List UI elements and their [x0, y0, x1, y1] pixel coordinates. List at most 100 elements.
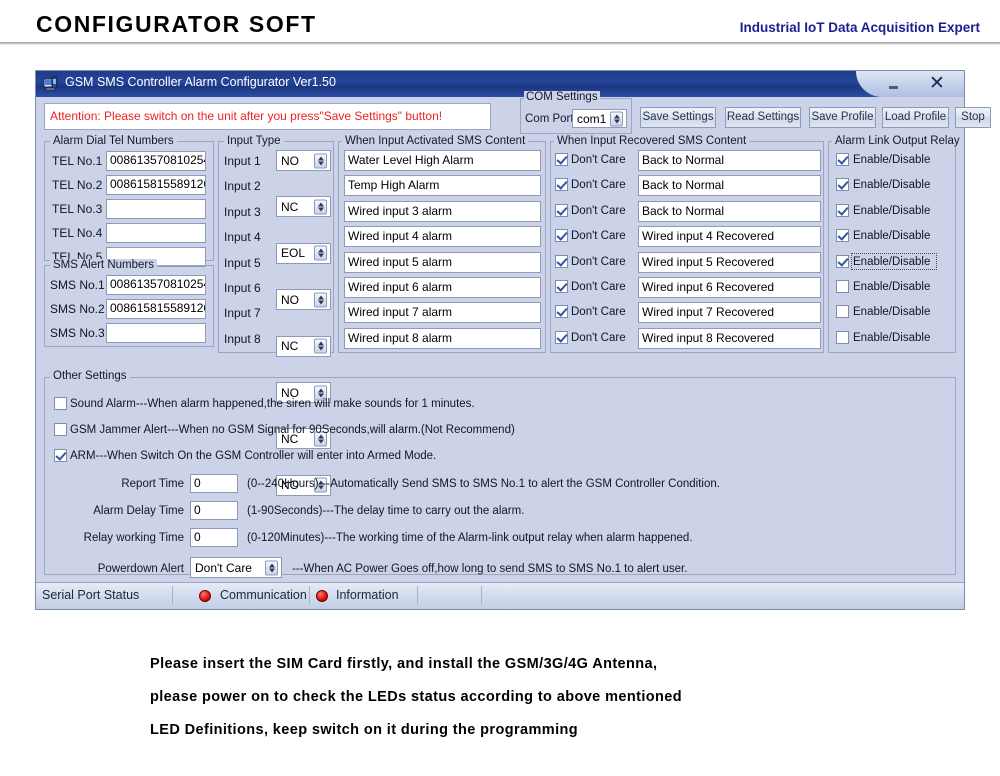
footer-line-2: please power on to check the LEDs status…: [150, 681, 950, 714]
other-settings-section: Other Settings Sound Alarm---When alarm …: [44, 377, 956, 577]
relay-enable-checkbox[interactable]: [836, 229, 849, 242]
save-profile-button[interactable]: Save Profile: [809, 107, 876, 128]
activated-sms-input[interactable]: Wired input 7 alarm: [344, 302, 541, 323]
input-type-select-value: NC: [281, 200, 298, 214]
input-type-label: Input 6: [224, 281, 261, 295]
relay-enable-checkbox[interactable]: [836, 204, 849, 217]
status-separator: [172, 586, 173, 605]
communication-led-icon: [199, 590, 211, 602]
status-separator: [309, 586, 310, 605]
recovered-sms-input[interactable]: Wired input 4 Recovered: [638, 226, 821, 247]
dont-care-checkbox[interactable]: [555, 255, 568, 268]
chevron-updown-icon[interactable]: [314, 246, 327, 261]
relay-enable-label: Enable/Disable: [853, 205, 930, 217]
arm-checkbox[interactable]: [54, 449, 67, 462]
com-port-select[interactable]: com1: [572, 109, 627, 128]
activated-sms-input[interactable]: Wired input 6 alarm: [344, 277, 541, 298]
relay-enable-checkbox[interactable]: [836, 305, 849, 318]
powerdown-alert-hint: ---When AC Power Goes off,how long to se…: [292, 563, 687, 575]
dont-care-checkbox[interactable]: [555, 153, 568, 166]
dont-care-label: Don't Care: [571, 154, 626, 166]
recovered-sms-input[interactable]: Wired input 7 Recovered: [638, 302, 821, 323]
activated-sms-input[interactable]: Temp High Alarm: [344, 175, 541, 196]
relay-group: [828, 141, 956, 353]
save-settings-button[interactable]: Save Settings: [640, 107, 716, 128]
report-time-hint: (0--240Hours)---Automatically Send SMS t…: [247, 478, 720, 490]
alarm-delay-time-input[interactable]: 0: [190, 501, 238, 520]
dont-care-checkbox[interactable]: [555, 204, 568, 217]
input-type-select[interactable]: NO: [276, 289, 331, 310]
dont-care-checkbox[interactable]: [555, 229, 568, 242]
activated-sms-input[interactable]: Wired input 8 alarm: [344, 328, 541, 349]
footer-line-1: Please insert the SIM Card firstly, and …: [150, 648, 950, 681]
sound-alarm-checkbox[interactable]: [54, 397, 67, 410]
chevron-updown-icon[interactable]: [610, 111, 623, 126]
footer-instructions: Please insert the SIM Card firstly, and …: [150, 648, 950, 747]
input-type-label: Input 1: [224, 154, 261, 168]
recovered-sms-input[interactable]: Back to Normal: [638, 201, 821, 222]
dont-care-checkbox[interactable]: [555, 305, 568, 318]
chevron-updown-icon[interactable]: [265, 560, 278, 575]
toolbar: Attention: Please switch on the unit aft…: [36, 97, 964, 135]
minimize-button[interactable]: [882, 77, 904, 93]
input-type-label: Input 8: [224, 332, 261, 346]
communication-label: Communication: [220, 588, 307, 602]
relay-enable-checkbox[interactable]: [836, 255, 849, 268]
relay-enable-checkbox[interactable]: [836, 331, 849, 344]
chevron-updown-icon[interactable]: [314, 199, 327, 214]
input-type-label: Input 4: [224, 230, 261, 244]
powerdown-alert-select[interactable]: Don't Care: [190, 557, 282, 578]
gsm-jammer-alert-checkbox[interactable]: [54, 423, 67, 436]
activated-sms-input[interactable]: Water Level High Alarm: [344, 150, 541, 171]
powerdown-alert-value: Don't Care: [195, 561, 252, 575]
input-type-select-value: NC: [281, 339, 298, 353]
sms-no-input[interactable]: 008613570810254: [106, 275, 206, 295]
dont-care-checkbox[interactable]: [555, 331, 568, 344]
relay-enable-checkbox[interactable]: [836, 178, 849, 191]
tel-no-input[interactable]: [106, 199, 206, 219]
report-time-input[interactable]: 0: [190, 474, 238, 493]
recovered-sms-input[interactable]: Back to Normal: [638, 175, 821, 196]
recovered-sms-input[interactable]: Wired input 8 Recovered: [638, 328, 821, 349]
recovered-sms-input[interactable]: Wired input 5 Recovered: [638, 252, 821, 273]
relay-working-time-input[interactable]: 0: [190, 528, 238, 547]
dont-care-label: Don't Care: [571, 281, 626, 293]
tel-no-input[interactable]: [106, 223, 206, 243]
input-type-select[interactable]: NO: [276, 150, 331, 171]
window-title-bar[interactable]: GSM SMS Controller Alarm Configurator Ve…: [36, 71, 964, 97]
chevron-updown-icon[interactable]: [314, 292, 327, 307]
recovered-sms-input[interactable]: Back to Normal: [638, 150, 821, 171]
relay-focus-ring: [851, 253, 937, 270]
activated-sms-input[interactable]: Wired input 4 alarm: [344, 226, 541, 247]
report-time-label: Report Time: [74, 478, 184, 490]
status-bar: Serial Port Status Communication Informa…: [36, 582, 964, 609]
header-divider: [0, 42, 1000, 45]
tel-no-input[interactable]: 008613570810254: [106, 151, 206, 171]
dont-care-checkbox[interactable]: [555, 178, 568, 191]
relay-enable-label: Enable/Disable: [853, 306, 930, 318]
gsm-jammer-alert-label: GSM Jammer Alert---When no GSM Signal fo…: [70, 424, 515, 436]
chevron-updown-icon[interactable]: [314, 339, 327, 354]
page-header: CONFIGURATOR SOFT Industrial IoT Data Ac…: [0, 0, 1000, 50]
relay-working-time-hint: (0-120Minutes)---The working time of the…: [247, 532, 693, 544]
sms-no-input[interactable]: [106, 323, 206, 343]
recovered-sms-input[interactable]: Wired input 6 Recovered: [638, 277, 821, 298]
load-profile-button[interactable]: Load Profile: [882, 107, 949, 128]
input-type-select[interactable]: NC: [276, 336, 331, 357]
stop-button[interactable]: Stop: [955, 107, 991, 128]
input-type-select[interactable]: NC: [276, 196, 331, 217]
input-type-select[interactable]: EOL: [276, 243, 331, 264]
relay-enable-checkbox[interactable]: [836, 153, 849, 166]
dont-care-checkbox[interactable]: [555, 280, 568, 293]
close-icon[interactable]: ✕: [926, 73, 948, 95]
powerdown-alert-label: Powerdown Alert: [66, 563, 184, 575]
sms-no-input[interactable]: 008615815589126: [106, 299, 206, 319]
relay-enable-checkbox[interactable]: [836, 280, 849, 293]
activated-sms-input[interactable]: Wired input 5 alarm: [344, 252, 541, 273]
tel-no-input[interactable]: 008615815589126: [106, 175, 206, 195]
relay-enable-label: Enable/Disable: [853, 179, 930, 191]
sms-alert-legend: SMS Alert Numbers: [50, 259, 157, 271]
activated-sms-input[interactable]: Wired input 3 alarm: [344, 201, 541, 222]
read-settings-button[interactable]: Read Settings: [725, 107, 801, 128]
chevron-updown-icon[interactable]: [314, 153, 327, 168]
